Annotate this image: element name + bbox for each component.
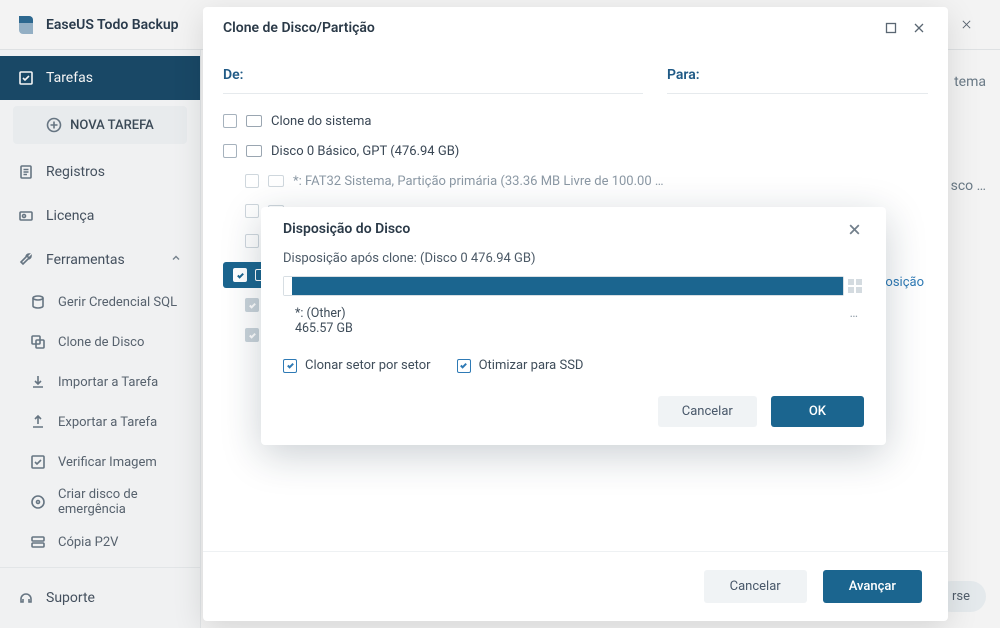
clone-dialog-title: Clone de Disco/Partição [223,20,375,36]
checkbox-checked[interactable] [283,359,297,373]
checkbox[interactable] [245,204,259,218]
checkbox[interactable] [223,144,237,158]
layout-link-truncated[interactable]: osição [885,275,924,290]
clone-dialog-maximize-button[interactable] [882,19,900,37]
clone-dialog-footer: Cancelar Avançar [203,551,948,621]
clone-dialog-close-button[interactable] [910,19,928,37]
disk-layout-title: Disposição do Disco [283,221,410,237]
clone-cancel-button[interactable]: Cancelar [704,570,807,603]
partition-size: 465.57 GB [295,321,353,336]
partition-name: *: (Other) [295,306,353,321]
partition-info: *: (Other) 465.57 GB … [283,306,864,336]
tree-item-label: Disco 0 Básico, GPT (476.94 GB) [271,144,459,159]
clone-dialog-titlebar: Clone de Disco/Partição [203,7,948,49]
disk-layout-ok-button[interactable]: OK [771,396,864,427]
clone-next-button[interactable]: Avançar [823,570,922,603]
to-header: Para: [667,67,928,83]
partition-icon [268,175,284,187]
checkbox-checked[interactable] [457,359,471,373]
option-optimize-ssd[interactable]: Otimizar para SSD [457,358,584,373]
checkbox-checked[interactable] [233,268,247,282]
tree-item-disk0[interactable]: Disco 0 Básico, GPT (476.94 GB) [223,136,928,166]
tree-item-system-clone[interactable]: Clone do sistema [223,106,928,136]
checkbox-checked-dim[interactable] [245,298,259,312]
more-icon[interactable]: … [850,306,864,321]
unallocated-icon [848,277,864,295]
disk-layout-footer: Cancelar OK [261,396,886,445]
checkbox-checked-dim[interactable] [245,328,259,342]
from-header: De: [223,67,643,83]
disk-icon [246,115,262,127]
disk-layout-dialog: Disposição do Disco Disposição após clon… [261,207,886,445]
partition-segment[interactable] [292,277,843,295]
disk-icon [246,145,262,157]
option-sector-by-sector[interactable]: Clonar setor por setor [283,358,431,373]
checkbox[interactable] [245,174,259,188]
disk-layout-close-button[interactable] [844,219,864,239]
disk-layout-cancel-button[interactable]: Cancelar [658,396,757,427]
option-label: Otimizar para SSD [479,358,584,373]
partition-bar[interactable] [283,276,864,296]
tree-item-partition-fat32[interactable]: *: FAT32 Sistema, Partição primária (33.… [223,166,928,196]
tree-item-label: *: FAT32 Sistema, Partição primária (33.… [293,174,664,189]
checkbox[interactable] [223,114,237,128]
disk-layout-titlebar: Disposição do Disco [261,207,886,251]
tree-item-label: Clone do sistema [271,114,372,129]
checkbox[interactable] [245,234,259,248]
after-clone-label: Disposição após clone: (Disco 0 476.94 G… [283,251,864,266]
option-label: Clonar setor por setor [305,358,431,373]
